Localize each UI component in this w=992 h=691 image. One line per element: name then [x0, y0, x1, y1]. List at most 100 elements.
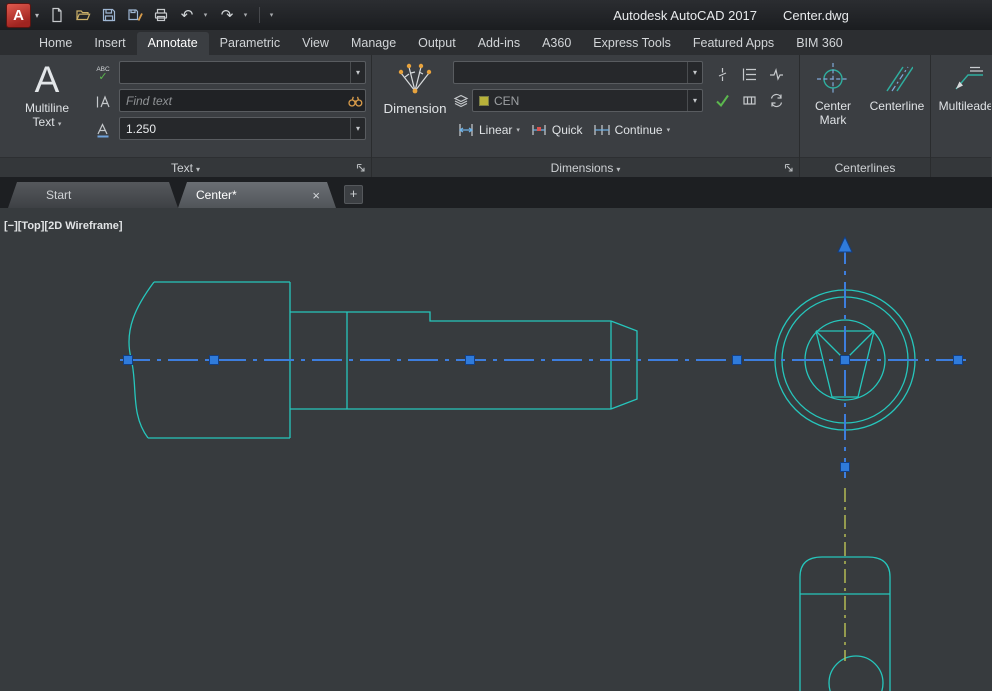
dimension-break-button[interactable]: [709, 61, 736, 87]
adjust-space-button[interactable]: [736, 61, 763, 87]
dimension-button[interactable]: Dimension: [377, 59, 453, 157]
drawing-svg: [0, 208, 992, 691]
viewport-controls: [−][Top][2D Wireframe]: [4, 220, 123, 232]
ribbon-tab-featured-apps[interactable]: Featured Apps: [682, 32, 785, 55]
text-height-combo[interactable]: 1.250 ▾: [119, 117, 366, 140]
ribbon-tab-output[interactable]: Output: [407, 32, 467, 55]
center-mark-button[interactable]: Center Mark: [805, 59, 861, 157]
find-text-input[interactable]: [120, 94, 345, 108]
ribbon-tab-a360[interactable]: A360: [531, 32, 582, 55]
grip[interactable]: [124, 356, 133, 365]
titlebar: A ▾: [0, 0, 992, 30]
ribbon-tab-express-tools[interactable]: Express Tools: [582, 32, 682, 55]
centerlines-panel-label[interactable]: Centerlines: [835, 161, 896, 175]
multiline-text-dropdown-icon: ▾: [58, 121, 62, 128]
shaft-top-edge: [290, 312, 611, 321]
text-panel-flyout-icon: ▾: [196, 165, 200, 174]
check-spelling-button[interactable]: ABC ✓: [91, 61, 115, 86]
quick-dimension-button[interactable]: Quick: [526, 119, 587, 141]
save-as-icon: [127, 7, 143, 23]
redo-dropdown-button[interactable]: ▾: [241, 3, 253, 27]
dimension-style-combo[interactable]: ▾: [453, 61, 703, 84]
text-panel-footer: Text▾: [0, 157, 371, 177]
ribbon-tab-insert[interactable]: Insert: [83, 32, 136, 55]
viewport-visual-style-control[interactable]: [2D Wireframe]: [44, 220, 122, 232]
undo-button[interactable]: ↶: [175, 3, 199, 27]
new-drawing-tab-button[interactable]: +: [344, 185, 363, 204]
undo-dropdown-button[interactable]: ▾: [201, 3, 213, 27]
text-dialog-launcher-icon[interactable]: [356, 163, 366, 173]
grips: [124, 237, 963, 472]
inspect-dimension-button[interactable]: [709, 87, 736, 113]
centerline-button[interactable]: Centerline: [869, 59, 925, 157]
save-icon: [101, 7, 117, 23]
jog-line-button[interactable]: [763, 61, 790, 87]
dimensions-dialog-launcher-icon[interactable]: [784, 163, 794, 173]
find-replace-icon: [95, 94, 111, 110]
multiline-text-button[interactable]: A Multiline Text ▾: [5, 59, 89, 157]
grip-arrow-up[interactable]: [838, 237, 852, 252]
customize-qat-button[interactable]: ▾: [266, 3, 280, 27]
grip[interactable]: [210, 356, 219, 365]
grip[interactable]: [466, 356, 475, 365]
grip[interactable]: [954, 356, 963, 365]
grip[interactable]: [841, 463, 850, 472]
viewport-view-control[interactable]: [Top]: [18, 220, 45, 232]
ribbon-tab-bar: Home Insert Annotate Parametric View Man…: [0, 30, 992, 55]
file-tab-close-icon[interactable]: ×: [310, 188, 322, 203]
tolerance-button[interactable]: [736, 87, 763, 113]
new-file-button[interactable]: [45, 3, 69, 27]
text-panel-label[interactable]: Text▾: [171, 161, 200, 175]
file-tab-start[interactable]: Start: [8, 182, 178, 208]
centerlines-panel: Center Mark Centerline Centerli: [800, 55, 931, 177]
ribbon-tab-bim360[interactable]: BIM 360: [785, 32, 854, 55]
multileader-button[interactable]: Multileader: [939, 59, 991, 157]
multiline-text-label-1: Multiline: [25, 101, 69, 115]
find-replace-tool-button[interactable]: [91, 89, 115, 114]
ribbon-tab-home[interactable]: Home: [28, 32, 83, 55]
chamfered-tip: [611, 321, 637, 409]
document-title: Center.dwg: [783, 8, 849, 23]
customize-qat-arrow-icon: ▾: [270, 8, 274, 23]
undo-icon: ↶: [181, 8, 194, 23]
dimensions-panel: Dimension ▾ CEN: [372, 55, 800, 177]
app-title: Autodesk AutoCAD 2017: [613, 8, 757, 23]
multiline-text-label-2: Text: [33, 115, 55, 129]
application-menu-arrow-icon[interactable]: ▾: [35, 11, 39, 20]
file-tab-center[interactable]: Center* ×: [178, 182, 336, 208]
dimension-layer-combo-arrow-icon: ▾: [687, 90, 702, 111]
dimension-controls-column: ▾ CEN ▾: [453, 61, 703, 157]
leaders-panel-footer: [931, 157, 991, 177]
plot-button[interactable]: [149, 3, 173, 27]
quick-dimension-icon: [530, 121, 548, 139]
drawing-area[interactable]: [−][Top][2D Wireframe]: [0, 208, 992, 691]
continue-dimension-button[interactable]: Continue ▾: [589, 119, 675, 141]
save-as-button[interactable]: [123, 3, 147, 27]
ribbon-tab-annotate[interactable]: Annotate: [137, 32, 209, 55]
dimension-layer-combo[interactable]: CEN ▾: [472, 89, 703, 112]
ribbon-tab-parametric[interactable]: Parametric: [209, 32, 291, 55]
linear-dimension-button[interactable]: Linear ▾: [453, 119, 524, 141]
ribbon-tab-addins[interactable]: Add-ins: [467, 32, 531, 55]
viewport-minimize-control[interactable]: [−]: [4, 220, 18, 232]
text-style-tool-button[interactable]: [91, 117, 115, 142]
find-text-button[interactable]: [345, 90, 365, 111]
layers-icon: [453, 93, 469, 109]
ribbon: A Multiline Text ▾ ABC ✓: [0, 55, 992, 177]
autocad-logo-button[interactable]: A: [6, 3, 31, 28]
ribbon-tab-manage[interactable]: Manage: [340, 32, 407, 55]
save-button[interactable]: [97, 3, 121, 27]
grip-center[interactable]: [841, 356, 850, 365]
grip[interactable]: [733, 356, 742, 365]
ribbon-tab-view[interactable]: View: [291, 32, 340, 55]
continue-dropdown-icon: ▾: [667, 126, 671, 134]
update-dimension-button[interactable]: [763, 87, 790, 113]
find-text-box: [119, 89, 366, 112]
green-check-icon: [714, 92, 731, 109]
dimension-layer-value: CEN: [494, 94, 519, 108]
open-file-button[interactable]: [71, 3, 95, 27]
dimensions-panel-label[interactable]: Dimensions▾: [551, 161, 621, 175]
text-style-combo[interactable]: ▾: [119, 61, 366, 84]
redo-button[interactable]: ↷: [215, 3, 239, 27]
centerlines-panel-footer: Centerlines: [800, 157, 930, 177]
